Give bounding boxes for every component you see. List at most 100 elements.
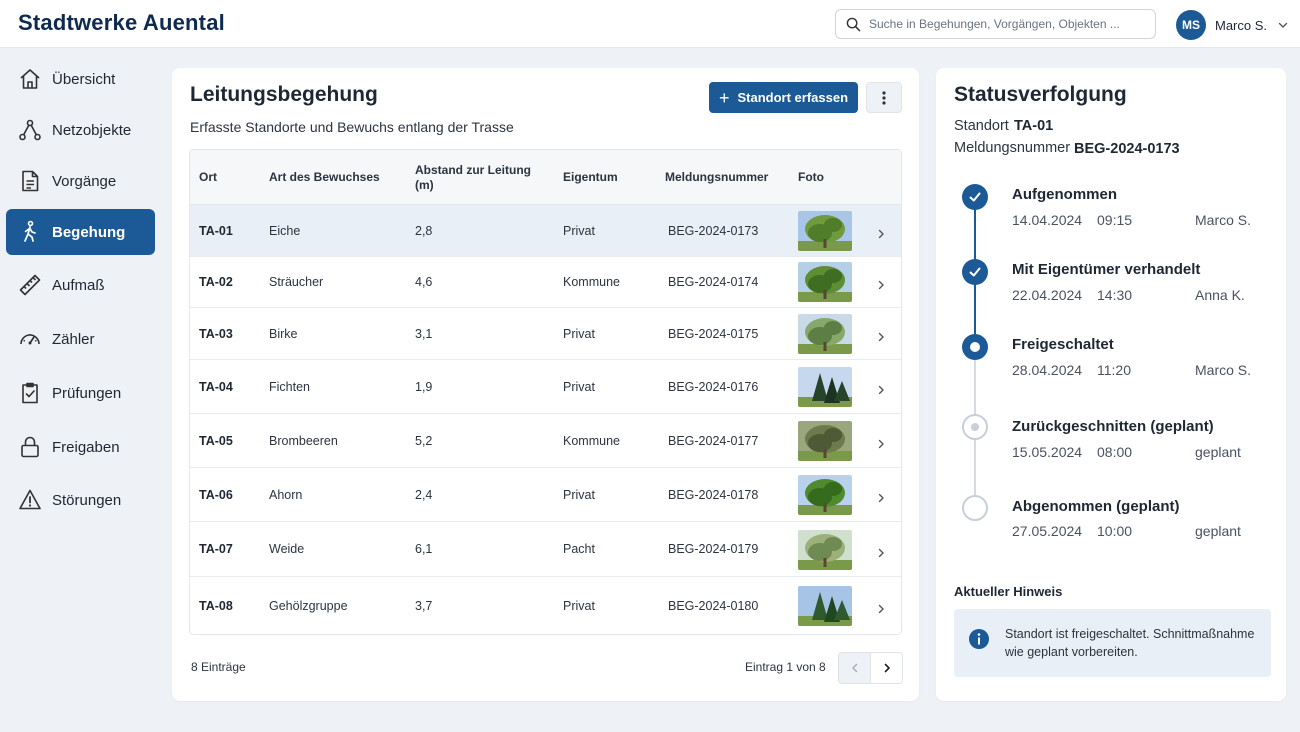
next-page-button[interactable]: [870, 653, 902, 683]
table-row[interactable]: TA-03 Birke 3,1 Privat BEG-2024-0175: [190, 308, 901, 360]
row-chevron-right-icon[interactable]: [876, 329, 886, 347]
sidebar-item-pruefungen[interactable]: Prüfungen: [6, 370, 155, 416]
sidebar-item-aufmass[interactable]: Aufmaß: [6, 262, 155, 308]
cell-art: Brombeeren: [269, 433, 338, 448]
column-header-art[interactable]: Art des Bewuchses: [269, 150, 380, 205]
table-row[interactable]: TA-05 Brombeeren 5,2 Kommune BEG-2024-0177: [190, 414, 901, 468]
photo-thumbnail[interactable]: [798, 314, 852, 354]
timeline-step-time: 08:00: [1097, 444, 1133, 460]
sidebar-item-netzobjekte[interactable]: Netzobjekte: [6, 107, 155, 153]
user-menu[interactable]: MS Marco S.: [1176, 10, 1289, 40]
sidebar-item-vorgaenge[interactable]: Vorgänge: [6, 158, 155, 204]
table-header: Ort Art des Bewuchses Abstand zur Leitun…: [190, 150, 901, 205]
entry-count: 8 Einträge: [191, 660, 246, 674]
sidebar-item-begehung[interactable]: Begehung: [6, 209, 155, 255]
photo-thumbnail[interactable]: [798, 421, 852, 461]
sidebar-item-stoerungen[interactable]: Störungen: [6, 477, 155, 523]
table-row[interactable]: TA-02 Sträucher 4,6 Kommune BEG-2024-0174: [190, 256, 901, 308]
cell-ort: TA-05: [199, 433, 233, 448]
column-header-abstand[interactable]: Abstand zur Leitung (m): [415, 150, 540, 205]
meldungsnummer-value: BEG-2024-0173: [1074, 141, 1180, 157]
pending-step-icon: [962, 414, 988, 440]
search-icon: [846, 17, 861, 31]
app-logo[interactable]: Stadtwerke Auental: [18, 10, 225, 36]
timeline-step-date: 28.04.2024: [1012, 362, 1083, 378]
column-header-eigentum[interactable]: Eigentum: [563, 150, 618, 205]
status-title: Statusverfolgung: [954, 83, 1127, 106]
timeline-step-title: Mit Eigentümer verhandelt: [1012, 261, 1201, 278]
row-chevron-right-icon[interactable]: [876, 226, 886, 244]
row-chevron-right-icon[interactable]: [876, 382, 886, 400]
row-chevron-right-icon[interactable]: [876, 277, 886, 295]
chevron-down-icon[interactable]: [1277, 19, 1289, 31]
add-location-button[interactable]: + Standort erfassen: [709, 82, 858, 113]
walking-person-icon: [18, 220, 42, 244]
info-icon: [969, 629, 989, 649]
table-row[interactable]: TA-01 Eiche 2,8 Privat BEG-2024-0173: [190, 205, 901, 257]
row-chevron-right-icon[interactable]: [876, 490, 886, 508]
timeline-step-user: Marco S.: [1195, 212, 1252, 228]
table-row[interactable]: TA-07 Weide 6,1 Pacht BEG-2024-0179: [190, 522, 901, 577]
photo-thumbnail[interactable]: [798, 367, 852, 407]
sidebar-item-freigaben[interactable]: Freigaben: [6, 424, 155, 470]
timeline-step-date: 22.04.2024: [1012, 287, 1083, 303]
more-options-button[interactable]: [866, 82, 902, 113]
user-name[interactable]: Marco S.: [1215, 18, 1267, 33]
home-icon: [18, 67, 42, 91]
search-box[interactable]: [835, 9, 1156, 39]
row-chevron-right-icon[interactable]: [876, 601, 886, 619]
photo-thumbnail[interactable]: [798, 262, 852, 302]
sidebar-item-label: Netzobjekte: [52, 121, 132, 139]
cell-ort: TA-02: [199, 274, 233, 289]
column-header-meldungsnummer[interactable]: Meldungsnummer: [665, 150, 768, 205]
avatar[interactable]: MS: [1176, 10, 1206, 40]
photo-thumbnail[interactable]: [798, 586, 852, 626]
check-circle-icon: [962, 259, 988, 285]
cell-meldungsnummer: BEG-2024-0176: [668, 379, 759, 394]
photo-thumbnail[interactable]: [798, 530, 852, 570]
cell-eigentum: Privat: [563, 598, 595, 613]
cell-meldungsnummer: BEG-2024-0174: [668, 274, 759, 289]
cell-meldungsnummer: BEG-2024-0179: [668, 542, 759, 556]
row-chevron-right-icon[interactable]: [876, 545, 886, 563]
timeline-step-title: Freigeschaltet: [1012, 336, 1114, 353]
table-row[interactable]: TA-06 Ahorn 2,4 Privat BEG-2024-0178: [190, 468, 901, 522]
table-row[interactable]: TA-04 Fichten 1,9 Privat BEG-2024-0176: [190, 360, 901, 414]
timeline-step-user: geplant: [1195, 444, 1241, 460]
pagination: [838, 652, 903, 684]
search-input[interactable]: [869, 17, 1149, 31]
photo-thumbnail[interactable]: [798, 475, 852, 515]
cell-art: Gehölzgruppe: [269, 598, 348, 613]
cell-ort: TA-04: [199, 379, 233, 394]
photo-thumbnail[interactable]: [798, 211, 852, 251]
cell-eigentum: Pacht: [563, 542, 595, 556]
network-icon: [18, 118, 42, 142]
sidebar: Übersicht Netzobjekte Vorgänge Begehung …: [0, 48, 157, 732]
table-row[interactable]: TA-08 Gehölzgruppe 3,7 Privat BEG-2024-0180: [190, 577, 901, 634]
timeline-step-date: 15.05.2024: [1012, 444, 1083, 460]
column-header-ort[interactable]: Ort: [199, 150, 217, 205]
sidebar-item-label: Störungen: [52, 491, 122, 509]
row-chevron-right-icon[interactable]: [876, 436, 886, 454]
cell-ort: TA-03: [199, 326, 233, 341]
column-header-foto: Foto: [798, 170, 824, 184]
previous-page-button[interactable]: [839, 653, 871, 683]
timeline-step-time: 10:00: [1097, 523, 1133, 539]
sidebar-item-label: Zähler: [52, 330, 95, 348]
cell-art: Fichten: [269, 379, 310, 394]
cell-eigentum: Privat: [563, 326, 595, 341]
cell-eigentum: Kommune: [563, 433, 620, 448]
cell-meldungsnummer: BEG-2024-0178: [668, 487, 759, 502]
cell-art: Eiche: [269, 223, 301, 238]
status-tracking-card: Statusverfolgung Standort TA-01 Meldungs…: [936, 68, 1286, 701]
chevron-right-icon: [884, 663, 890, 673]
cell-ort: TA-08: [199, 598, 233, 613]
cell-abstand: 3,7: [415, 598, 433, 613]
gauge-icon: [18, 327, 42, 351]
cell-ort: TA-07: [199, 542, 233, 556]
cell-meldungsnummer: BEG-2024-0177: [668, 433, 759, 448]
sidebar-item-zaehler[interactable]: Zähler: [6, 316, 155, 362]
warning-icon: [18, 488, 42, 512]
timeline-step-user: Anna K.: [1195, 287, 1245, 303]
sidebar-item-uebersicht[interactable]: Übersicht: [6, 56, 155, 102]
